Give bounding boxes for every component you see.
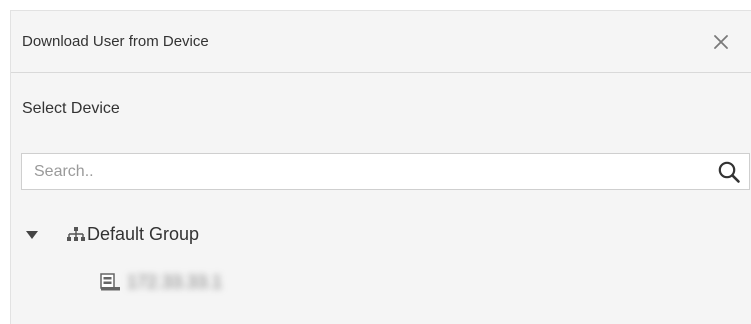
select-device-label: Select Device — [22, 100, 120, 117]
search-icon — [718, 161, 740, 183]
group-label: Default Group — [87, 224, 200, 244]
tree-node-device[interactable]: 172.33.33.1 — [100, 267, 320, 297]
org-tree-icon — [66, 226, 86, 244]
device-search-box — [21, 153, 750, 190]
device-icon — [100, 272, 122, 292]
expand-toggle[interactable] — [25, 228, 39, 240]
dialog-title: Download User from Device — [22, 33, 209, 50]
close-button[interactable] — [708, 29, 734, 55]
device-label: 172.33.33.1 — [127, 272, 223, 292]
tree-node-default-group[interactable]: Default Group — [25, 221, 285, 249]
search-button[interactable] — [717, 160, 741, 184]
dialog-header: Download User from Device — [11, 11, 751, 73]
download-user-dialog: Download User from Device Select Device — [10, 10, 751, 324]
triangle-down-icon — [26, 231, 38, 239]
search-input[interactable] — [34, 154, 694, 189]
close-icon — [714, 35, 728, 49]
